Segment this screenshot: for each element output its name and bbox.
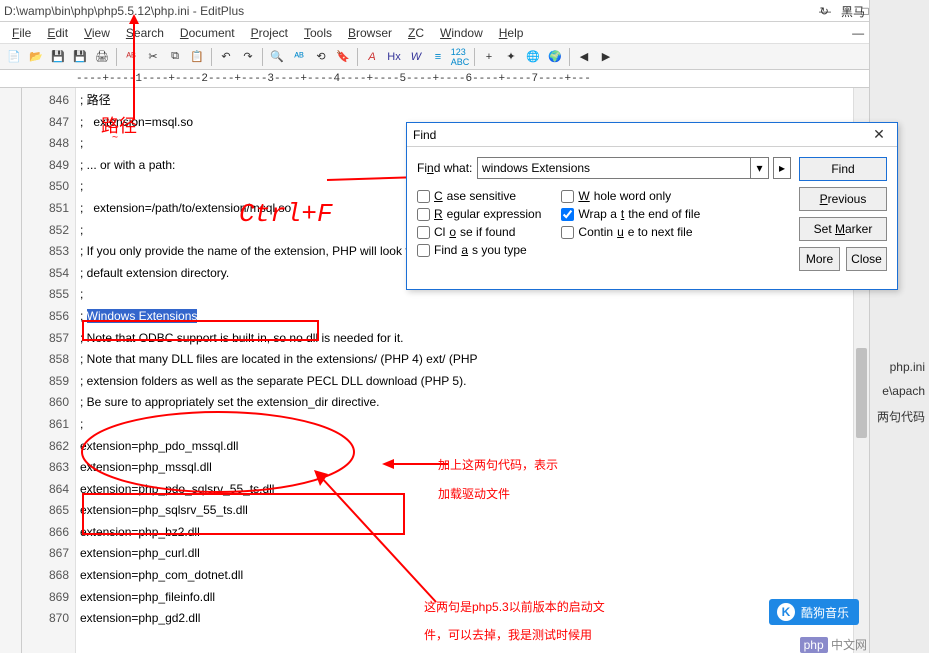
menu-view[interactable]: View	[76, 24, 118, 42]
bold-icon[interactable]: A	[362, 47, 382, 67]
kugou-music-popup[interactable]: K 酷狗音乐	[769, 599, 859, 625]
cut-icon[interactable]: ✂	[143, 47, 163, 67]
findnext-icon[interactable]: ᴬᴮ	[289, 47, 309, 67]
regex-checkbox[interactable]: Regular expression	[417, 207, 541, 221]
spell-icon[interactable]: ᴬᴮ	[121, 47, 141, 67]
menubar: File Edit View Search Document Project T…	[0, 22, 929, 44]
word-icon[interactable]: W	[406, 47, 426, 67]
kugou-icon: K	[777, 603, 795, 621]
bg-text: 两句代码	[877, 408, 925, 425]
menu-edit[interactable]: Edit	[39, 24, 76, 42]
bookmark-icon[interactable]: 🔖	[333, 47, 353, 67]
menu-tools[interactable]: Tools	[296, 24, 340, 42]
annotation-add-code: 加上这两句代码，表示加载驱动文件	[438, 449, 558, 507]
indent-icon[interactable]: ≡	[428, 47, 448, 67]
find-icon[interactable]: 🔍	[267, 47, 287, 67]
more-button[interactable]: More	[799, 247, 840, 271]
menu-zc[interactable]: ZC	[400, 24, 432, 42]
annotation-path-label: 路径	[101, 112, 137, 138]
line-gutter: 8468478488498508518528538548558568578588…	[22, 88, 76, 653]
case-sensitive-checkbox[interactable]: Case sensitive	[417, 189, 541, 203]
whole-word-checkbox[interactable]: Whole word only	[561, 189, 700, 203]
external-tab: ↻ 黑马	[809, 0, 869, 22]
left-icon[interactable]: ◀	[574, 47, 594, 67]
scrollbar-thumb[interactable]	[856, 348, 867, 438]
bg-text: e\apach	[882, 384, 925, 398]
close-if-found-checkbox[interactable]: Close if found	[417, 225, 541, 239]
set-marker-button[interactable]: Set Marker	[799, 217, 887, 241]
find-dropdown-icon[interactable]: ▾	[751, 157, 769, 179]
previous-button[interactable]: Previous	[799, 187, 887, 211]
replace-icon[interactable]: ⟲	[311, 47, 331, 67]
right-background: php.ini e\apach 两句代码	[869, 0, 929, 653]
menu-help[interactable]: Help	[491, 24, 532, 42]
find-close-button[interactable]: ✕	[867, 125, 891, 145]
saveall-icon[interactable]: 💾	[70, 47, 90, 67]
open-icon[interactable]: 📂	[26, 47, 46, 67]
save-icon[interactable]: 💾	[48, 47, 68, 67]
annotation-ctrlf: Ctrl+F	[239, 199, 333, 229]
close-find-button[interactable]: Close	[846, 247, 887, 271]
undo-icon[interactable]: ↶	[216, 47, 236, 67]
menu-browser[interactable]: Browser	[340, 24, 400, 42]
bg-text: php.ini	[890, 360, 925, 374]
menu-search[interactable]: Search	[118, 24, 172, 42]
find-input[interactable]	[477, 157, 751, 179]
window-title: D:\wamp\bin\php\php5.5.12\php.ini - Edit…	[4, 4, 805, 18]
php-watermark: php php 中文网中文网	[800, 636, 867, 653]
copy-icon[interactable]: ⧉	[165, 47, 185, 67]
toolbar: 📄 📂 💾 💾 🖨 ᴬᴮ ✂ ⧉ 📋 ↶ ↷ 🔍 ᴬᴮ ⟲ 🔖 A Hx W ≡…	[0, 44, 929, 70]
new-file-icon[interactable]: 📄	[4, 47, 24, 67]
find-button[interactable]: Find	[799, 157, 887, 181]
find-what-label: Find what:	[417, 161, 477, 175]
globe-icon[interactable]: 🌍	[545, 47, 565, 67]
continue-next-checkbox[interactable]: Continue to next file	[561, 225, 700, 239]
find-history-icon[interactable]: ▸	[773, 157, 791, 179]
redo-icon[interactable]: ↷	[238, 47, 258, 67]
wrap-checkbox[interactable]: Wrap at the end of file	[561, 207, 700, 221]
browser-icon[interactable]: 🌐	[523, 47, 543, 67]
hx-icon[interactable]: Hx	[384, 47, 404, 67]
annotation-squiggle: ~	[112, 132, 118, 143]
menu-document[interactable]: Document	[172, 24, 243, 42]
right-icon[interactable]: ▶	[596, 47, 616, 67]
menu-project[interactable]: Project	[243, 24, 296, 42]
print-icon[interactable]: 🖨	[92, 47, 112, 67]
menu-file[interactable]: File	[4, 24, 39, 42]
paste-icon[interactable]: 📋	[187, 47, 207, 67]
menu-corner-min[interactable]: —	[844, 24, 872, 42]
ruler: ----+----1----+----2----+----3----+----4…	[0, 70, 929, 88]
annotation-old-version: 这两句是php5.3以前版本的启动文件，可以去掉，我是测试时候用	[424, 592, 605, 648]
plus-icon[interactable]: +	[479, 47, 499, 67]
title-bar: D:\wamp\bin\php\php5.5.12\php.ini - Edit…	[0, 0, 929, 22]
enc-icon[interactable]: 123ABC	[450, 47, 470, 67]
left-sidebar	[0, 88, 22, 653]
menu-window[interactable]: Window	[432, 24, 491, 42]
find-dialog: Find ✕ Find what: ▾ ▸ Case sensitive Reg…	[406, 122, 898, 290]
star-icon[interactable]: ✦	[501, 47, 521, 67]
find-dialog-title: Find	[413, 128, 867, 142]
find-as-you-type-checkbox[interactable]: Find as you type	[417, 243, 541, 257]
